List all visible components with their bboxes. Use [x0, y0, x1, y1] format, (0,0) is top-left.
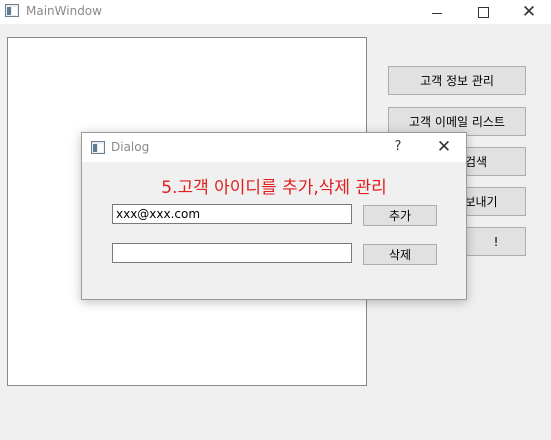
minimize-button[interactable] — [414, 0, 460, 24]
main-window-titlebar[interactable]: MainWindow ✕ — [0, 0, 551, 24]
customer-email-list-label: 고객 이메일 리스트 — [409, 115, 505, 129]
dialog-window-icon — [91, 141, 105, 154]
customer-info-label: 고객 정보 관리 — [420, 74, 494, 88]
maximize-icon — [477, 6, 489, 18]
window-title: MainWindow — [26, 4, 102, 18]
close-button[interactable]: ✕ — [506, 0, 551, 24]
dialog-close-icon[interactable]: ✕ — [432, 137, 456, 157]
delete-id-input[interactable] — [112, 243, 352, 263]
add-button-label: 추가 — [388, 209, 412, 223]
dialog-title: Dialog — [111, 140, 150, 154]
close-icon: ✕ — [521, 1, 537, 22]
search-label: 검색 — [464, 155, 488, 169]
maximize-button[interactable] — [460, 0, 506, 24]
customer-info-button[interactable]: 고객 정보 관리 — [388, 66, 526, 95]
delete-button[interactable]: 삭제 — [363, 244, 437, 265]
dialog-heading: 5.고객 아이디를 추가,삭제 관리 — [161, 178, 387, 198]
extra-label: ! — [493, 234, 499, 249]
customer-id-dialog[interactable]: Dialog ? ✕ 5.고객 아이디를 추가,삭제 관리 추가 삭제 — [81, 132, 467, 300]
send-label: 보내기 — [464, 195, 498, 209]
delete-button-label: 삭제 — [388, 248, 412, 262]
help-icon[interactable]: ? — [388, 139, 408, 154]
add-id-input[interactable] — [112, 204, 352, 224]
dialog-titlebar[interactable]: Dialog ? ✕ — [82, 133, 466, 162]
minimize-icon — [432, 12, 442, 14]
app-window-icon — [5, 4, 19, 17]
add-button[interactable]: 추가 — [363, 205, 437, 226]
